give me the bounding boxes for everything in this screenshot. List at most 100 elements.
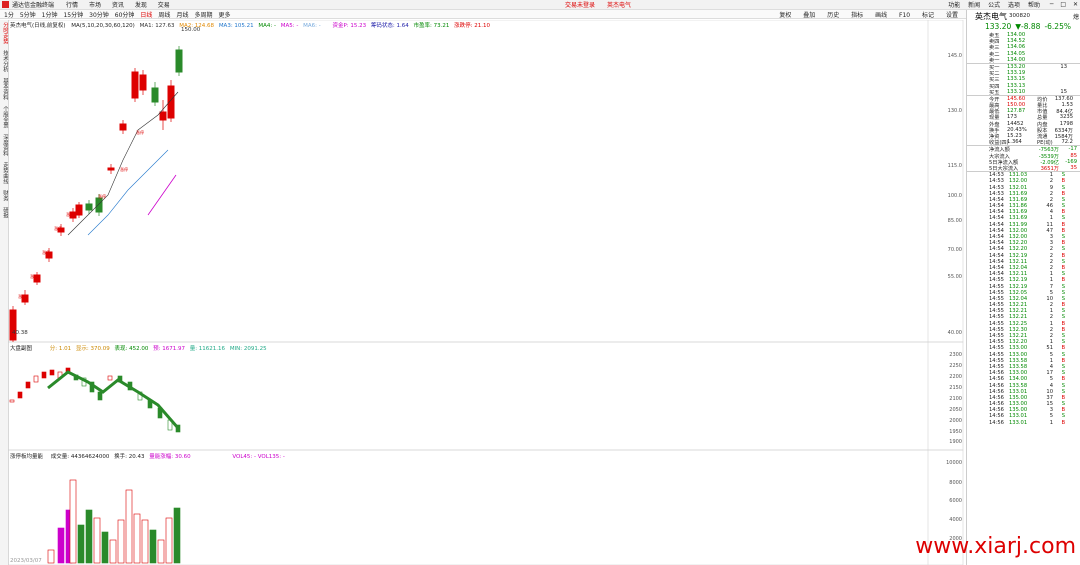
- menu-market[interactable]: 行情: [66, 2, 78, 9]
- book-price: 133.10: [1007, 88, 1026, 95]
- center-tabs: 交易未登录 英杰电气: [565, 0, 641, 9]
- kline-ytick: 115.0: [947, 163, 962, 169]
- period-5min-a[interactable]: 5分钟: [20, 10, 36, 19]
- tool-indicator[interactable]: 指标: [851, 12, 863, 19]
- volume-bar: [69, 479, 77, 564]
- tool-settings[interactable]: 设置: [946, 12, 958, 19]
- ma6-legend: MA6: -: [303, 23, 321, 29]
- period-tick[interactable]: 1分: [4, 10, 14, 19]
- tool-adjust[interactable]: 复权: [779, 12, 791, 19]
- period-multi[interactable]: 多周期: [194, 10, 212, 19]
- period-1min[interactable]: 1分钟: [42, 10, 58, 19]
- menu-options[interactable]: 选项: [1008, 2, 1020, 9]
- ma3-legend: MA3: 105.21: [218, 23, 254, 29]
- volume-bar: [117, 519, 125, 564]
- app-logo-icon: [2, 1, 9, 8]
- tick-list[interactable]: 14:53 131.03 1 S 14:53 132.00 2 B 14:53 132.01 9 S 1…: [967, 172, 1080, 426]
- tool-f10[interactable]: F10: [899, 12, 910, 19]
- ma5-legend: MA5: -: [280, 23, 299, 29]
- volume-bar: [101, 531, 109, 564]
- kline-chart: 涨停涨停涨停涨停涨停涨停涨停涨停: [9, 46, 183, 342]
- watermark: www.xiarj.com: [915, 534, 1076, 559]
- capital-flow: 净流入额 -7563万 -17 大宗流入 -3539万 85 5日净流入额 -2.09亿 -16…: [967, 146, 1080, 172]
- menu-function[interactable]: 功能: [948, 2, 960, 9]
- index-candle: [25, 381, 31, 389]
- index-candle: [9, 399, 15, 403]
- status-date: 2023/03/07: [10, 558, 42, 564]
- menu-news[interactable]: 资讯: [112, 2, 124, 9]
- kline-legend-name: 英杰电气(日线,前复权): [10, 23, 66, 29]
- tick-volume: 1: [1049, 419, 1053, 426]
- close-icon[interactable]: ✕: [1073, 1, 1078, 8]
- menu-exchange[interactable]: 市场: [89, 2, 101, 9]
- volume-legend-v3: 量能涨幅: 30.60: [149, 454, 191, 460]
- volume-ytick: 8000: [949, 480, 962, 486]
- book-level-label: 卖一: [989, 57, 1000, 64]
- ma-legend-params: MA(5,10,20,30,60,120): [71, 23, 135, 29]
- tool-overlay[interactable]: 叠加: [803, 12, 815, 19]
- menu-formula[interactable]: 公式: [988, 2, 1000, 9]
- volume-ytick: 4000: [949, 517, 962, 523]
- index-legend-v4: 预: 1671.97: [153, 346, 185, 352]
- tool-history[interactable]: 历史: [827, 12, 839, 19]
- capital-legend: 资金P: 15.23: [332, 23, 367, 29]
- volume-bar: [77, 524, 85, 564]
- close-badge[interactable]: 熄: [1073, 12, 1079, 21]
- kline-ytick: 145.0: [947, 53, 962, 59]
- stat-label: 收益(四): [989, 140, 1009, 147]
- signal-marker: 涨停: [98, 193, 106, 199]
- ask-book: 卖五 134.00 卖四 134.52 卖三 134.06 卖二 134.05 卖一 134.00: [967, 32, 1080, 64]
- ma1-legend: MA1: 127.63: [139, 23, 175, 29]
- tool-mark[interactable]: 标记: [922, 12, 934, 19]
- volume-ytick: 6000: [949, 498, 962, 504]
- main-menu: 行情 市场 资讯 发现 交易: [66, 0, 179, 9]
- book-price: 134.00: [1007, 56, 1026, 63]
- period-more[interactable]: 更多: [218, 10, 230, 19]
- book-level-label: 买五: [989, 89, 1000, 96]
- minimize-icon[interactable]: ─: [1050, 1, 1054, 8]
- ask-row: 卖一 134.00: [967, 56, 1080, 64]
- period-day[interactable]: 日线: [140, 10, 152, 19]
- index-candle: [107, 375, 113, 381]
- menu-discover[interactable]: 发现: [135, 2, 147, 9]
- period-week[interactable]: 周线: [158, 10, 170, 19]
- kline-ytick: 55.00: [947, 274, 962, 280]
- index-candle: [33, 375, 39, 383]
- chip-legend: 筹码状态: 1.64: [370, 23, 409, 29]
- right-menu: 功能 新闻 公式 选项 帮助: [942, 0, 1040, 9]
- volume-bar: [85, 509, 93, 564]
- menu-news-right[interactable]: 新闻: [968, 2, 980, 9]
- menu-help[interactable]: 帮助: [1028, 2, 1040, 9]
- volume-bar: [173, 507, 181, 564]
- tick-row[interactable]: 14:56 133.01 1 B: [967, 420, 1080, 426]
- ma3-line: [87, 149, 169, 236]
- index-ytick: 2100: [949, 396, 962, 402]
- menu-trade[interactable]: 交易: [158, 2, 170, 9]
- period-month[interactable]: 月线: [176, 10, 188, 19]
- period-15min[interactable]: 15分钟: [63, 10, 83, 19]
- volume-ytick: 10000: [946, 460, 962, 466]
- tab-stock[interactable]: 英杰电气: [607, 2, 631, 9]
- tool-draw[interactable]: 画线: [875, 12, 887, 19]
- chart-area[interactable]: 涨停 涨停 涨停 涨停 涨停 涨停 涨停 涨停 英杰电气(日线,前复权) MA(5,10,20…: [8, 20, 964, 565]
- price-change-pct: -6.25%: [1044, 22, 1071, 31]
- period-60min[interactable]: 60分钟: [115, 10, 135, 19]
- index-legend-v1: 分: 1.01: [49, 346, 72, 352]
- index-ytick: 2300: [949, 352, 962, 358]
- volume-bar: [141, 519, 149, 564]
- period-30min[interactable]: 30分钟: [89, 10, 109, 19]
- volume-bar: [125, 489, 133, 564]
- bid-book: 买一 133.20 13 买二 133.19 买三 133.15 买四 133.13 买五 133.…: [967, 64, 1080, 96]
- kline-legend: 英杰电气(日线,前复权) MA(5,10,20,30,60,120) MA1: …: [10, 21, 490, 29]
- signal-marker: 涨停: [136, 129, 144, 135]
- candle-body: [131, 71, 139, 99]
- tab-trade-login[interactable]: 交易未登录: [565, 2, 595, 9]
- maximize-icon[interactable]: □: [1060, 1, 1066, 8]
- stock-code: 300820: [1009, 13, 1030, 19]
- volume-legend-name: 涨停板均量能: [10, 454, 44, 460]
- stat-value: 72.2: [1061, 139, 1073, 146]
- volume-bar: [133, 513, 141, 564]
- book-volume: [1037, 57, 1067, 63]
- chart-canvas[interactable]: 涨停涨停涨停涨停涨停涨停涨停涨停: [8, 20, 964, 565]
- bid-row: 买五 133.10 15: [967, 88, 1080, 96]
